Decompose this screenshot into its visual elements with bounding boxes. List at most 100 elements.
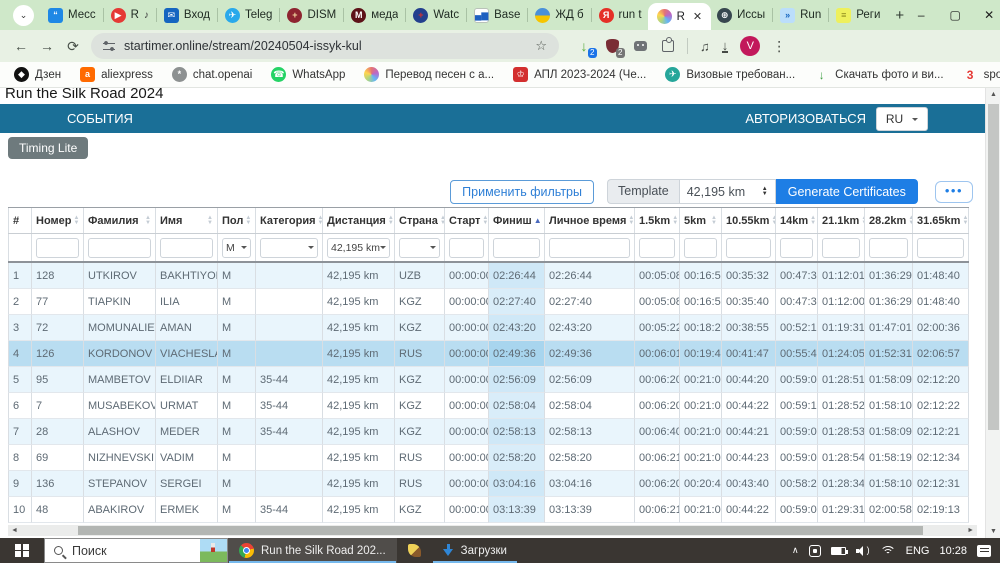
table-row[interactable]: 728ALASHOVMEDERM35-4442,195 kmKGZ00:00:0…: [8, 419, 969, 445]
bookmark-dzen[interactable]: ◆Дзен: [14, 67, 61, 82]
bookmark-apl-league[interactable]: ♔АПЛ 2023-2024 (Че...: [513, 67, 646, 82]
tab-dism-crest[interactable]: +DISM: [281, 0, 342, 30]
scroll-left-icon[interactable]: ◄: [11, 525, 18, 536]
bookmark-translate[interactable]: Перевод песен с а...: [364, 67, 494, 82]
column-header-Пол[interactable]: Пол▲▼: [218, 208, 256, 233]
filter-select-Дистанция[interactable]: 42,195 km: [327, 238, 390, 258]
horizontal-scrollbar[interactable]: ◄ ►: [8, 525, 977, 536]
clock[interactable]: 10:28: [939, 545, 967, 557]
filter-input-5km[interactable]: [684, 238, 717, 258]
column-header-Личное время[interactable]: Личное время▲▼: [545, 208, 635, 233]
taskbar-chrome-item[interactable]: Run the Silk Road 202...: [228, 538, 397, 563]
chrome-menu-icon[interactable]: ⋮: [772, 38, 786, 55]
tab-yandex[interactable]: Яrun t: [593, 0, 648, 30]
tab-run-site[interactable]: »Run: [774, 0, 827, 30]
filter-input-Личное время[interactable]: [549, 238, 630, 258]
notification-center-icon[interactable]: [977, 545, 991, 557]
filter-select-Категория[interactable]: [260, 238, 318, 258]
search-highlight-image[interactable]: [200, 539, 227, 562]
tray-app-icon[interactable]: [809, 545, 821, 557]
taskbar-paint-item[interactable]: [397, 538, 432, 563]
template-select[interactable]: 42,195 km ▲▼: [679, 179, 776, 204]
language-indicator[interactable]: ENG: [906, 545, 930, 557]
filter-input-31.65km[interactable]: [917, 238, 964, 258]
tab-globe-rail[interactable]: ЖД б: [529, 0, 589, 30]
login-link[interactable]: АВТОРИЗОВАТЬСЯ: [745, 111, 866, 126]
table-row[interactable]: 372MOMUNALIEVAMANM42,195 kmKGZ00:00:0002…: [8, 315, 969, 341]
column-header-1.5km[interactable]: 1.5km▲▼: [635, 208, 680, 233]
nav-events-link[interactable]: СОБЫТИЯ: [67, 111, 133, 126]
filter-input-28.2km[interactable]: [869, 238, 908, 258]
scroll-down-icon[interactable]: ▼: [986, 528, 1000, 535]
bookmark-visa-info[interactable]: ✈Визовые требован...: [665, 67, 795, 82]
filter-input-14km[interactable]: [780, 238, 813, 258]
column-header-14km[interactable]: 14km▲▼: [776, 208, 818, 233]
filter-input-Номер[interactable]: [36, 238, 79, 258]
tab-close-icon[interactable]: ✕: [693, 10, 702, 23]
back-icon[interactable]: ←: [8, 38, 34, 54]
apply-filters-button[interactable]: Применить фильтры: [450, 180, 594, 204]
vertical-scrollbar-thumb[interactable]: [988, 104, 999, 430]
column-header-Имя[interactable]: Имя▲▼: [156, 208, 218, 233]
maximize-button[interactable]: ▢: [938, 0, 972, 30]
bookmark-openai[interactable]: *chat.openai: [172, 67, 252, 82]
green-arrow-extension-icon[interactable]: ↓2: [573, 35, 595, 57]
tab-sheets[interactable]: ≡Реги: [830, 0, 886, 30]
filter-select-Страна[interactable]: [399, 238, 440, 258]
profile-avatar[interactable]: V: [740, 36, 760, 56]
start-button[interactable]: [0, 538, 44, 563]
minimize-button[interactable]: –: [904, 0, 938, 30]
tab-uk-flag[interactable]: +Watc: [407, 0, 465, 30]
column-header-#[interactable]: #: [8, 208, 32, 233]
tab-media-site[interactable]: Ммеда: [345, 0, 404, 30]
taskbar-search[interactable]: Поиск: [44, 538, 228, 563]
filter-input-Имя[interactable]: [160, 238, 213, 258]
tab-rutube[interactable]: ▶R♪: [105, 0, 155, 30]
column-header-Страна[interactable]: Страна▲▼: [395, 208, 445, 233]
filter-select-Пол[interactable]: M: [222, 238, 251, 258]
site-info-icon[interactable]: [103, 41, 115, 52]
column-header-Категория[interactable]: Категория▲▼: [256, 208, 323, 233]
tab-globe[interactable]: ⊕Иссы: [711, 0, 771, 30]
reload-icon[interactable]: ⟳: [60, 38, 86, 55]
column-header-10.55km[interactable]: 10.55km▲▼: [722, 208, 776, 233]
vertical-scrollbar[interactable]: ▲ ▼: [985, 88, 1000, 538]
robot-extension-icon[interactable]: [629, 35, 651, 57]
address-bar[interactable]: startimer.online/stream/20240504-issyk-k…: [91, 33, 559, 59]
table-row[interactable]: 1128UTKIROVBAKHTIYORM42,195 kmUZB00:00:0…: [8, 263, 969, 289]
tab-messenger[interactable]: “Месс: [42, 0, 102, 30]
tray-chevron-up-icon[interactable]: ∧: [792, 545, 799, 556]
tab-chart-site[interactable]: ▄▆Base: [468, 0, 526, 30]
table-row[interactable]: 595MAMBETOVELDIIARM35-4442,195 kmKGZ00:0…: [8, 367, 969, 393]
table-row[interactable]: 1048ABAKIROVERMEKM35-4442,195 kmKGZ00:00…: [8, 497, 969, 523]
bookmark-aliexpress[interactable]: aaliexpress: [80, 67, 153, 82]
scroll-right-icon[interactable]: ►: [967, 525, 974, 536]
table-row[interactable]: 277TIAPKINILIAM42,195 kmKGZ00:00:0002:27…: [8, 289, 969, 315]
table-row[interactable]: 67MUSABEKOVURMATM35-4442,195 kmKGZ00:00:…: [8, 393, 969, 419]
bookmark-sport3[interactable]: 3sport3.tv - спортив...: [963, 67, 1000, 82]
generate-certificates-button[interactable]: Generate Certificates: [776, 179, 918, 204]
table-row[interactable]: 4126KORDONOVVIACHESLAVM42,195 kmRUS00:00…: [8, 341, 969, 367]
horizontal-scrollbar-thumb[interactable]: [78, 526, 923, 535]
tab-telegram[interactable]: ✈Teleg: [219, 0, 279, 30]
filter-input-1.5km[interactable]: [639, 238, 675, 258]
filter-input-Фамилия[interactable]: [88, 238, 151, 258]
forward-icon[interactable]: →: [34, 38, 60, 54]
media-control-icon[interactable]: ♫: [700, 39, 710, 54]
column-header-28.2km[interactable]: 28.2km▲▼: [865, 208, 913, 233]
column-header-21.1km[interactable]: 21.1km▲▼: [818, 208, 865, 233]
table-row[interactable]: 869NIZHNEVSKIIVADIMM42,195 kmRUS00:00:00…: [8, 445, 969, 471]
scroll-up-icon[interactable]: ▲: [986, 91, 1000, 98]
column-header-5km[interactable]: 5km▲▼: [680, 208, 722, 233]
table-row[interactable]: 9136STEPANOVSERGEIM42,195 kmRUS00:00:000…: [8, 471, 969, 497]
tab-startimer[interactable]: R✕: [648, 3, 712, 30]
timing-lite-button[interactable]: Timing Lite: [8, 137, 88, 159]
language-select[interactable]: RU: [876, 107, 928, 131]
extensions-puzzle-icon[interactable]: [657, 35, 679, 57]
column-header-Дистанция[interactable]: Дистанция▲▼: [323, 208, 395, 233]
taskbar-downloads-item[interactable]: Загрузки: [432, 538, 518, 563]
tab-search-chevron-icon[interactable]: ⌄: [13, 5, 34, 26]
column-header-31.65km[interactable]: 31.65km▲▼: [913, 208, 969, 233]
battery-icon[interactable]: [831, 547, 846, 555]
tab-mail-inbox[interactable]: ✉Вход: [158, 0, 216, 30]
